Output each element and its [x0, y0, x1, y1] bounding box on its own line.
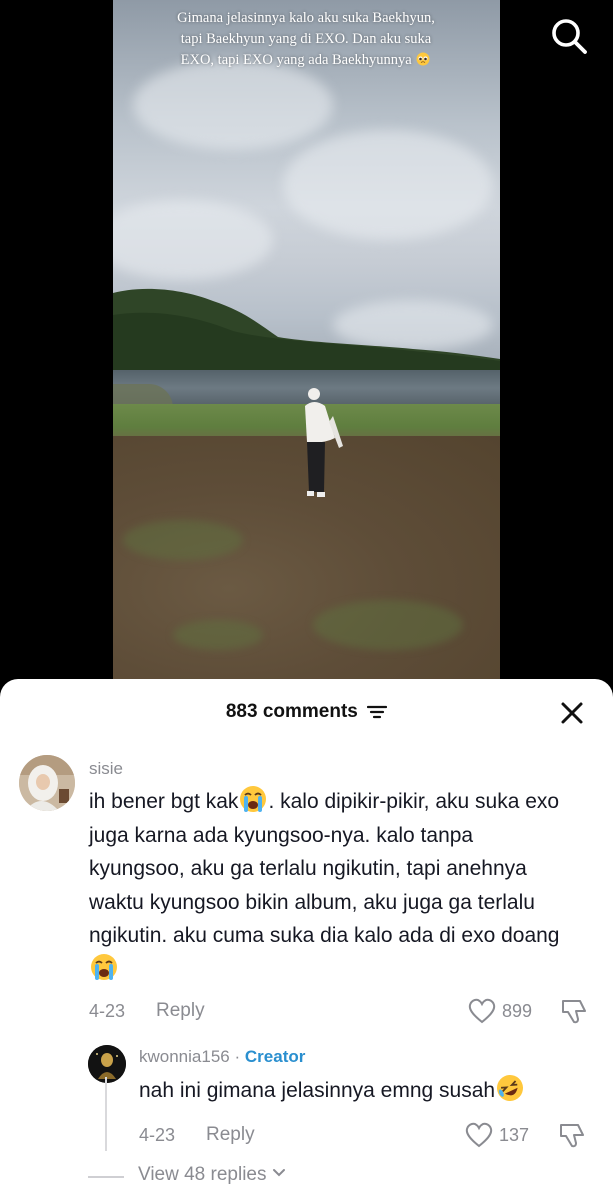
avatar[interactable]: [88, 1045, 126, 1083]
grass-patch: [123, 520, 243, 560]
caption-text: Gimana jelasinnya kalo aku suka Baekhyun…: [177, 10, 435, 68]
reply-username-row: kwonnia156 · Creator: [139, 1047, 305, 1067]
search-icon[interactable]: [548, 15, 590, 57]
video-player[interactable]: Gimana jelasinnya kalo aku suka Baekhyun…: [113, 0, 500, 690]
rolling-laughing-face-icon: [497, 1075, 524, 1101]
separator-dot: ·: [234, 1047, 241, 1066]
view-replies-line: [88, 1176, 124, 1178]
comments-header: 883 comments: [0, 679, 613, 745]
video-caption: Gimana jelasinnya kalo aku suka Baekhyun…: [171, 8, 441, 71]
comment-text-part: ih bener bgt kak: [89, 790, 239, 813]
filter-icon[interactable]: [367, 705, 388, 719]
close-icon[interactable]: [556, 697, 588, 729]
grass-patch: [313, 600, 463, 650]
reply-button[interactable]: Reply: [156, 1000, 205, 1022]
like-count: 899: [502, 1001, 533, 1021]
comment-text: ih bener bgt kak . kalo dipikir-pikir, a…: [89, 785, 569, 986]
loudly-crying-face-icon: [240, 786, 267, 812]
reply-username[interactable]: kwonnia156: [139, 1047, 230, 1066]
chevron-down-icon: [272, 1169, 285, 1177]
cloud: [283, 130, 493, 240]
loudly-crying-face-icon: [91, 953, 117, 980]
grass-patch: [173, 620, 263, 650]
comment-date: 4-23: [89, 1001, 126, 1021]
cloud: [133, 60, 333, 150]
app-screen: Gimana jelasinnya kalo aku suka Baekhyun…: [0, 0, 613, 1199]
comments-count-label: 883 comments: [225, 701, 358, 722]
avatar[interactable]: [19, 755, 75, 811]
user-avatar-image: [19, 755, 75, 811]
person-figure: [305, 388, 343, 497]
comment-text-part: . kalo dipikir-pikir, aku suka exo juga …: [89, 790, 560, 947]
view-replies-label: View 48 replies: [138, 1164, 267, 1185]
view-replies-button[interactable]: View 48 replies: [138, 1164, 286, 1186]
creator-avatar-image: [88, 1045, 126, 1083]
reply-text-content: nah ini gimana jelasinnya emng susah: [139, 1079, 496, 1102]
dislike-icon[interactable]: [558, 1121, 586, 1149]
reply-date: 4-23: [139, 1125, 176, 1145]
pleading-face-icon: [416, 52, 430, 66]
comments-count[interactable]: 883 comments: [0, 701, 613, 723]
like-count: 137: [499, 1125, 530, 1145]
comments-sheet: 883 comments sisie ih bener bgt kak . ka…: [0, 679, 613, 1199]
like-button[interactable]: 899: [468, 998, 540, 1024]
like-button[interactable]: 137: [465, 1122, 537, 1148]
heart-icon: [465, 1122, 493, 1148]
cloud: [113, 200, 273, 280]
reply-button[interactable]: Reply: [206, 1124, 255, 1146]
forest-hills: [113, 288, 500, 375]
thread-line: [105, 1077, 107, 1151]
comment-username[interactable]: sisie: [89, 759, 123, 779]
reply-text: nah ini gimana jelasinnya emng susah: [139, 1074, 599, 1108]
heart-icon: [468, 998, 496, 1024]
dislike-icon[interactable]: [560, 997, 588, 1025]
creator-badge: Creator: [244, 1047, 306, 1066]
